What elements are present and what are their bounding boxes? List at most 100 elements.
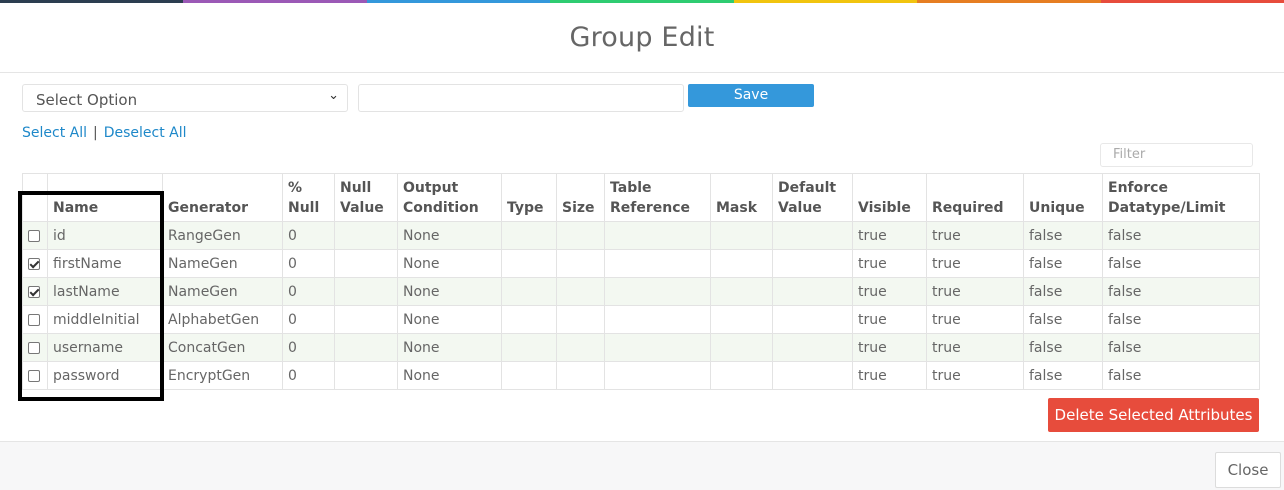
cell-table-reference [604, 305, 711, 334]
close-button[interactable]: Close [1215, 452, 1281, 488]
cell-type [501, 277, 557, 306]
filter-input[interactable]: Filter [1100, 143, 1253, 167]
save-button[interactable]: Save [688, 84, 814, 107]
cell-size [556, 333, 605, 362]
cell-visible: true [852, 221, 927, 250]
cell-generator: ConcatGen [162, 333, 283, 362]
delete-selected-button[interactable]: Delete Selected Attributes [1048, 398, 1259, 432]
cell-required: true [926, 249, 1024, 278]
cell-name: id [47, 221, 163, 250]
column-header: Table Reference [604, 173, 711, 222]
cell-type [501, 333, 557, 362]
cell-output-condition: None [397, 305, 502, 334]
cell-visible: true [852, 361, 927, 390]
cell-name: password [47, 361, 163, 390]
row-select-cell [22, 249, 48, 278]
cell-visible: true [852, 277, 927, 306]
cell-null-pct: 0 [282, 361, 335, 390]
cell-unique: false [1023, 305, 1103, 334]
cell-output-condition: None [397, 333, 502, 362]
cell-type [501, 221, 557, 250]
table-body: id RangeGen 0 None true true false false firstNa… [22, 221, 1260, 390]
cell-size [556, 361, 605, 390]
cell-default-value [772, 361, 853, 390]
cell-table-reference [604, 333, 711, 362]
cell-table-reference [604, 249, 711, 278]
column-header: Visible [852, 173, 927, 222]
row-checkbox[interactable] [28, 257, 40, 270]
cell-name: middleInitial [47, 305, 163, 334]
cell-mask [710, 361, 773, 390]
row-checkbox[interactable] [28, 341, 40, 354]
row-select-cell [22, 305, 48, 334]
cell-generator: NameGen [162, 277, 283, 306]
cell-size [556, 221, 605, 250]
cell-type [501, 361, 557, 390]
cell-null-pct: 0 [282, 333, 335, 362]
row-checkbox[interactable] [28, 369, 40, 382]
cell-null-value [334, 361, 398, 390]
cell-required: true [926, 361, 1024, 390]
column-header: Output Condition [397, 173, 502, 222]
cell-null-pct: 0 [282, 221, 335, 250]
cell-name: username [47, 333, 163, 362]
option-select[interactable]: Select Option ⌄ [22, 84, 348, 112]
column-header: Mask [710, 173, 773, 222]
cell-table-reference [604, 277, 711, 306]
cell-null-value [334, 249, 398, 278]
cell-enforce: false [1102, 305, 1260, 334]
cell-mask [710, 305, 773, 334]
table-row: firstName NameGen 0 None true true false false [22, 249, 1260, 278]
cell-unique: false [1023, 277, 1103, 306]
table-row: lastName NameGen 0 None true true false false [22, 277, 1260, 306]
cell-unique: false [1023, 333, 1103, 362]
chevron-down-icon: ⌄ [328, 88, 339, 103]
column-header: Name [47, 173, 163, 222]
cell-mask [710, 221, 773, 250]
cell-null-pct: 0 [282, 305, 335, 334]
cell-enforce: false [1102, 361, 1260, 390]
cell-size [556, 277, 605, 306]
table-header-row: Name Generator% Null Null Value Output Cond… [22, 173, 1260, 222]
cell-output-condition: None [397, 221, 502, 250]
cell-type [501, 249, 557, 278]
column-header: Type [501, 173, 557, 222]
cell-default-value [772, 333, 853, 362]
cell-type [501, 305, 557, 334]
cell-output-condition: None [397, 361, 502, 390]
row-checkbox[interactable] [28, 313, 40, 326]
attributes-table: Name Generator% Null Null Value Output Cond… [22, 173, 1260, 390]
cell-null-value [334, 221, 398, 250]
cell-generator: AlphabetGen [162, 305, 283, 334]
cell-enforce: false [1102, 277, 1260, 306]
modal-header: Group Edit [0, 3, 1284, 73]
cell-default-value [772, 249, 853, 278]
row-checkbox[interactable] [28, 285, 40, 298]
cell-output-condition: None [397, 249, 502, 278]
link-separator: | [93, 125, 98, 141]
cell-default-value [772, 305, 853, 334]
column-header: Enforce Datatype/Limit [1102, 173, 1260, 222]
value-input[interactable] [358, 84, 684, 112]
cell-unique: false [1023, 221, 1103, 250]
cell-enforce: false [1102, 221, 1260, 250]
cell-output-condition: None [397, 277, 502, 306]
cell-enforce: false [1102, 333, 1260, 362]
column-header: Null Value [334, 173, 398, 222]
select-all-link[interactable]: Select All [22, 125, 87, 141]
table-row: username ConcatGen 0 None true true false false [22, 333, 1260, 362]
option-select-value: Select Option [36, 91, 138, 109]
cell-null-value [334, 305, 398, 334]
row-checkbox[interactable] [28, 229, 40, 242]
cell-visible: true [852, 249, 927, 278]
cell-default-value [772, 221, 853, 250]
cell-table-reference [604, 221, 711, 250]
deselect-all-link[interactable]: Deselect All [104, 125, 187, 141]
modal-title: Group Edit [569, 22, 715, 53]
cell-required: true [926, 221, 1024, 250]
column-header: Default Value [772, 173, 853, 222]
cell-null-value [334, 277, 398, 306]
cell-name: lastName [47, 277, 163, 306]
row-select-cell [22, 221, 48, 250]
cell-null-pct: 0 [282, 277, 335, 306]
